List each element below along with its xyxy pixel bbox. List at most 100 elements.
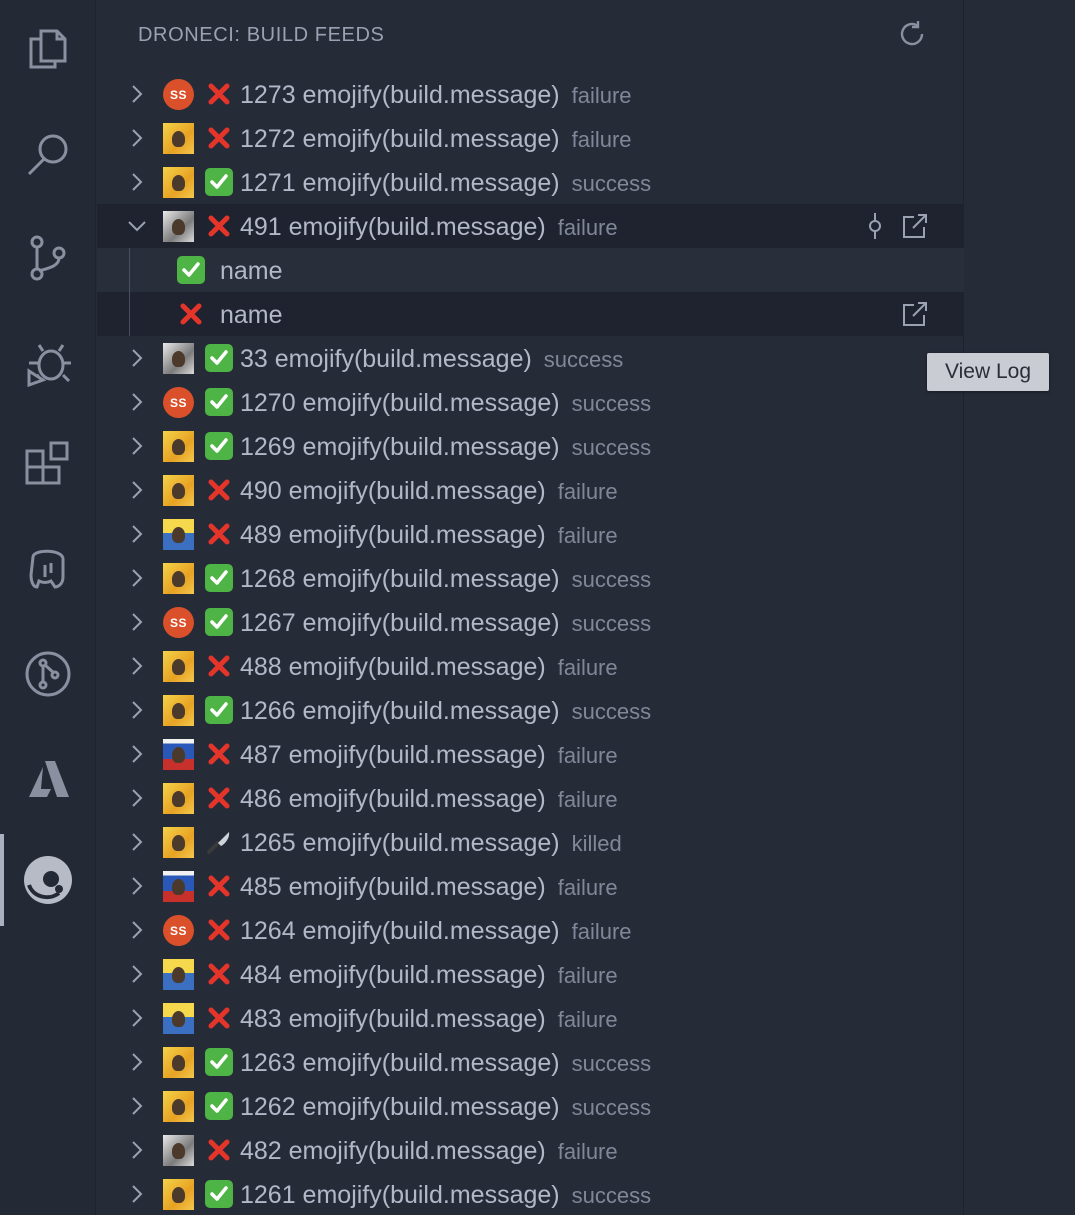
azure-icon[interactable]: [0, 734, 96, 822]
avatar: [163, 1003, 194, 1034]
chevron-right-icon[interactable]: [125, 874, 149, 898]
extensions-icon[interactable]: [0, 422, 96, 510]
build-row[interactable]: SS 1264 emojify(build.message) failure: [97, 908, 964, 952]
chevron-right-icon[interactable]: [125, 82, 149, 106]
cross-icon: [205, 916, 233, 944]
build-row[interactable]: SS 1273 emojify(build.message) failure: [97, 72, 964, 116]
chevron-right-icon[interactable]: [125, 1050, 149, 1074]
build-row[interactable]: 1265 emojify(build.message) killed: [97, 820, 964, 864]
debug-icon[interactable]: [0, 318, 96, 406]
build-row[interactable]: 1262 emojify(build.message) success: [97, 1084, 964, 1128]
active-indicator: [0, 834, 4, 926]
chevron-right-icon[interactable]: [125, 1138, 149, 1162]
build-status: failure: [557, 523, 618, 548]
chevron-right-icon[interactable]: [125, 170, 149, 194]
check-icon: [205, 1092, 233, 1120]
avatar-face: [172, 702, 185, 719]
avatar: [163, 827, 194, 858]
chevron-right-icon[interactable]: [125, 830, 149, 854]
build-row[interactable]: SS 1270 emojify(build.message) success: [97, 380, 964, 424]
chevron-right-icon[interactable]: [125, 962, 149, 986]
build-row[interactable]: 1272 emojify(build.message) failure: [97, 116, 964, 160]
chevron-right-icon[interactable]: [125, 698, 149, 722]
explorer-icon[interactable]: [0, 4, 96, 92]
chevron-right-icon[interactable]: [125, 434, 149, 458]
build-status: success: [543, 347, 624, 372]
step-label: name: [220, 301, 283, 329]
check-icon: [205, 1180, 233, 1208]
chevron-right-icon[interactable]: [125, 1182, 149, 1206]
build-row[interactable]: 1261 emojify(build.message) success: [97, 1172, 964, 1215]
build-status: failure: [557, 963, 618, 988]
chevron-right-icon[interactable]: [125, 522, 149, 546]
build-row[interactable]: 485 emojify(build.message) failure: [97, 864, 964, 908]
chevron-right-icon[interactable]: [125, 786, 149, 810]
build-row[interactable]: 483 emojify(build.message) failure: [97, 996, 964, 1040]
chevron-right-icon[interactable]: [125, 390, 149, 414]
build-status: success: [571, 1183, 652, 1208]
build-label: 484 emojify(build.message) failure: [240, 961, 618, 990]
build-row[interactable]: 489 emojify(build.message) failure: [97, 512, 964, 556]
build-row[interactable]: 486 emojify(build.message) failure: [97, 776, 964, 820]
panel-header: DRONECI: BUILD FEEDS: [97, 0, 964, 74]
avatar: [163, 519, 194, 550]
build-row[interactable]: SS 1267 emojify(build.message) success: [97, 600, 964, 644]
step-row[interactable]: name: [97, 292, 964, 336]
build-row[interactable]: 488 emojify(build.message) failure: [97, 644, 964, 688]
build-title: 1273 emojify(build.message): [240, 81, 560, 109]
build-row[interactable]: 33 emojify(build.message) success: [97, 336, 964, 380]
build-status: failure: [571, 83, 632, 108]
step-row[interactable]: name: [97, 248, 964, 292]
chevron-right-icon[interactable]: [125, 918, 149, 942]
build-row[interactable]: 487 emojify(build.message) failure: [97, 732, 964, 776]
chevron-right-icon[interactable]: [125, 1006, 149, 1030]
open-external-icon[interactable]: [900, 211, 930, 241]
build-row[interactable]: 1268 emojify(build.message) success: [97, 556, 964, 600]
build-row[interactable]: 484 emojify(build.message) failure: [97, 952, 964, 996]
avatar-face: [172, 350, 185, 367]
build-row[interactable]: 1271 emojify(build.message) success: [97, 160, 964, 204]
build-label: 483 emojify(build.message) failure: [240, 1005, 618, 1034]
chevron-right-icon[interactable]: [125, 654, 149, 678]
build-row[interactable]: 490 emojify(build.message) failure: [97, 468, 964, 512]
chevron-right-icon[interactable]: [125, 566, 149, 590]
avatar: SS: [163, 79, 194, 110]
build-row[interactable]: 482 emojify(build.message) failure: [97, 1128, 964, 1172]
build-label: 486 emojify(build.message) failure: [240, 785, 618, 814]
chevron-right-icon[interactable]: [125, 478, 149, 502]
build-row[interactable]: 1263 emojify(build.message) success: [97, 1040, 964, 1084]
build-row[interactable]: 1266 emojify(build.message) success: [97, 688, 964, 732]
build-title: 488 emojify(build.message): [240, 653, 546, 681]
build-row[interactable]: 1269 emojify(build.message) success: [97, 424, 964, 468]
commit-icon[interactable]: [860, 211, 890, 241]
build-status: failure: [557, 215, 618, 240]
chevron-right-icon[interactable]: [125, 742, 149, 766]
build-status: success: [571, 391, 652, 416]
build-label: 1271 emojify(build.message) success: [240, 169, 651, 198]
build-title: 486 emojify(build.message): [240, 785, 546, 813]
droneci-icon[interactable]: [0, 836, 96, 924]
source-control-icon[interactable]: [0, 214, 96, 302]
build-label: 491 emojify(build.message) failure: [240, 213, 618, 242]
chevron-right-icon[interactable]: [125, 346, 149, 370]
build-row[interactable]: 491 emojify(build.message) failure: [97, 204, 964, 248]
build-title: 1261 emojify(build.message): [240, 1181, 560, 1209]
build-title: 1269 emojify(build.message): [240, 433, 560, 461]
chevron-right-icon[interactable]: [125, 126, 149, 150]
chevron-right-icon[interactable]: [125, 1094, 149, 1118]
build-title: 483 emojify(build.message): [240, 1005, 546, 1033]
build-title: 1262 emojify(build.message): [240, 1093, 560, 1121]
chevron-down-icon[interactable]: [125, 214, 149, 238]
build-title: 1272 emojify(build.message): [240, 125, 560, 153]
vscode-window: DRONECI: BUILD FEEDS SS 1273 emojify(buil…: [0, 0, 1075, 1215]
avatar: [163, 959, 194, 990]
postgres-icon[interactable]: [0, 526, 96, 614]
search-icon[interactable]: [0, 110, 96, 198]
gitlens-icon[interactable]: [0, 630, 96, 718]
view-log-icon[interactable]: [900, 299, 930, 329]
chevron-right-icon[interactable]: [125, 610, 149, 634]
check-icon: [205, 1048, 233, 1076]
build-feeds-panel: DRONECI: BUILD FEEDS SS 1273 emojify(buil…: [97, 0, 964, 1215]
refresh-icon[interactable]: [896, 18, 928, 50]
avatar-face: [172, 790, 185, 807]
